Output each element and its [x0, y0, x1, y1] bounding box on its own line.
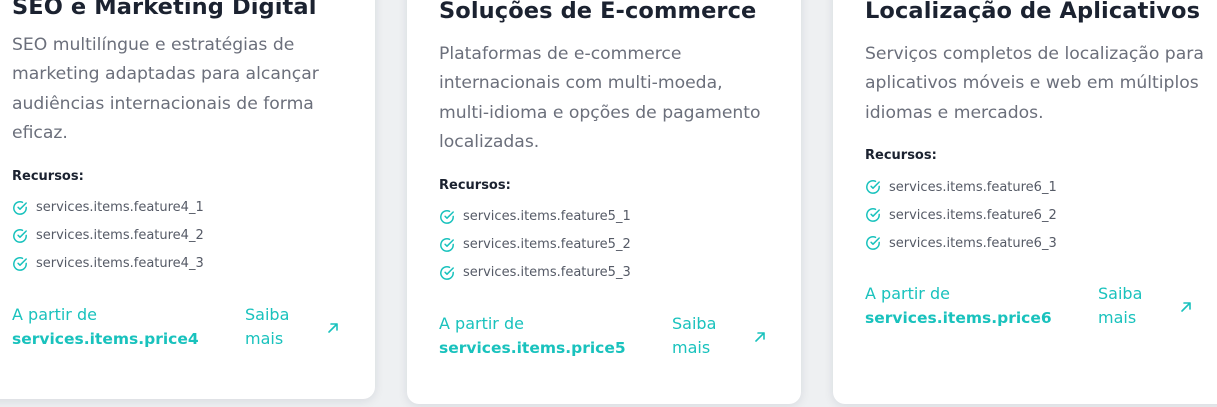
card-description: Plataformas de e-commerce internacionais…: [439, 44, 761, 153]
price: A partir de services.items.price6: [865, 282, 1052, 330]
check-circle-icon: [13, 228, 27, 243]
arrow-up-right-icon: [755, 331, 765, 342]
card-footer: A partir de services.items.price4 Saiba …: [12, 303, 352, 355]
feature-label: services.items.feature6_1: [889, 179, 1057, 195]
card-footer: A partir de services.items.price6 Saiba …: [865, 282, 1205, 334]
card-title: SEO e Marketing Digital: [12, 0, 317, 20]
service-card-seo-marketing: SEO e Marketing Digital SEO multilíngue …: [0, 0, 375, 399]
learn-more-label: Saiba mais: [1098, 284, 1143, 328]
card-footer: A partir de services.items.price5 Saiba …: [439, 312, 774, 364]
price: A partir de services.items.price4: [12, 303, 199, 351]
check-circle-icon: [13, 256, 27, 271]
card-description: SEO multilíngue e estratégias de marketi…: [12, 35, 319, 144]
feature-list: services.items.feature6_1 services.items…: [865, 173, 1205, 257]
check-circle-icon: [866, 236, 880, 251]
learn-more-link[interactable]: Saiba mais: [245, 303, 340, 353]
price-value: services.items.price4: [12, 329, 199, 348]
price-prefix: A partir de: [12, 304, 97, 324]
card-title: Soluções de E-commerce: [439, 0, 757, 24]
feature-item: services.items.feature6_2: [865, 201, 1205, 229]
learn-more-label: Saiba mais: [245, 304, 290, 348]
feature-item: services.items.feature4_3: [12, 250, 352, 278]
price-prefix: A partir de: [439, 313, 524, 333]
feature-label: services.items.feature4_1: [36, 200, 204, 216]
check-circle-icon: [13, 200, 27, 215]
feature-label: services.items.feature4_3: [36, 256, 204, 272]
feature-item: services.items.feature5_1: [439, 203, 774, 231]
check-circle-icon: [440, 237, 454, 252]
features-heading: Recursos:: [865, 148, 937, 164]
price-value: services.items.price6: [865, 309, 1052, 328]
feature-label: services.items.feature6_3: [889, 235, 1057, 251]
learn-more-link[interactable]: Saiba mais: [1098, 282, 1193, 332]
arrow-up-right-icon: [1181, 302, 1191, 313]
feature-item: services.items.feature4_2: [12, 222, 352, 250]
card-title: Localização de Aplicativos: [865, 0, 1201, 24]
feature-label: services.items.feature5_3: [463, 265, 631, 281]
feature-label: services.items.feature5_1: [463, 209, 631, 225]
check-circle-icon: [866, 180, 880, 195]
features-heading: Recursos:: [12, 168, 84, 184]
service-card-ecommerce: Soluções de E-commerce Plataformas de e-…: [407, 0, 801, 404]
feature-item: services.items.feature6_3: [865, 229, 1205, 257]
feature-item: services.items.feature5_3: [439, 259, 774, 287]
feature-label: services.items.feature5_2: [463, 237, 631, 253]
check-circle-icon: [440, 209, 454, 224]
learn-more-link[interactable]: Saiba mais: [672, 312, 767, 362]
feature-item: services.items.feature6_1: [865, 173, 1205, 201]
service-card-app-localization: Localização de Aplicativos Serviços comp…: [833, 0, 1217, 404]
price-prefix: A partir de: [865, 284, 950, 304]
arrow-up-right-icon: [328, 322, 338, 333]
learn-more-label: Saiba mais: [672, 313, 717, 357]
card-description: Serviços completos de localização para a…: [865, 44, 1204, 123]
check-circle-icon: [440, 265, 454, 280]
price-value: services.items.price5: [439, 338, 626, 357]
check-circle-icon: [866, 208, 880, 223]
feature-item: services.items.feature4_1: [12, 194, 352, 222]
feature-list: services.items.feature4_1 services.items…: [12, 194, 352, 278]
feature-label: services.items.feature6_2: [889, 207, 1057, 223]
features-heading: Recursos:: [439, 177, 511, 193]
price: A partir de services.items.price5: [439, 312, 626, 360]
feature-list: services.items.feature5_1 services.items…: [439, 203, 774, 287]
feature-item: services.items.feature5_2: [439, 231, 774, 259]
feature-label: services.items.feature4_2: [36, 228, 204, 244]
